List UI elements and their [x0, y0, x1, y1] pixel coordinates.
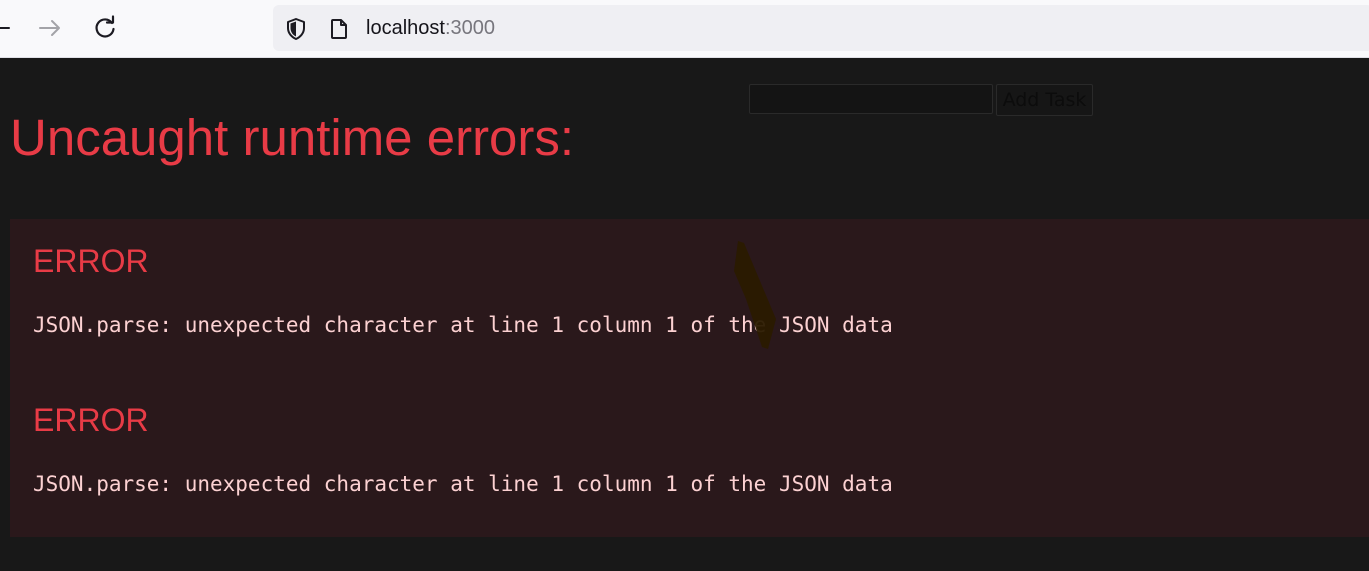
error-message: JSON.parse: unexpected character at line…: [33, 313, 893, 337]
url-port: :3000: [444, 17, 495, 39]
error-label: ERROR: [33, 243, 149, 279]
forward-button[interactable]: [36, 14, 64, 42]
back-arrow-icon: [0, 27, 10, 29]
error-overlay-title: Uncaught runtime errors:: [10, 109, 575, 166]
error-label: ERROR: [33, 402, 149, 438]
tracking-protection-button[interactable]: [285, 18, 307, 40]
site-info-button[interactable]: [328, 18, 350, 40]
page-icon: [331, 19, 347, 39]
shield-icon: [287, 18, 305, 40]
browser-toolbar: localhost:3000: [0, 0, 1369, 58]
reload-button[interactable]: [91, 14, 119, 42]
page-content: Add Task Uncaught runtime errors: ERROR …: [0, 58, 1369, 571]
address-bar[interactable]: localhost:3000: [273, 5, 1369, 51]
back-button[interactable]: [0, 14, 14, 42]
add-task-button[interactable]: Add Task: [996, 84, 1093, 116]
task-input[interactable]: [749, 84, 993, 114]
url-host: localhost: [366, 17, 445, 39]
reload-icon: [95, 15, 115, 38]
error-message: JSON.parse: unexpected character at line…: [33, 472, 893, 496]
url-text[interactable]: localhost:3000: [366, 17, 495, 39]
forward-arrow-icon: [39, 20, 60, 36]
errors-panel: ERROR JSON.parse: unexpected character a…: [10, 219, 1369, 537]
